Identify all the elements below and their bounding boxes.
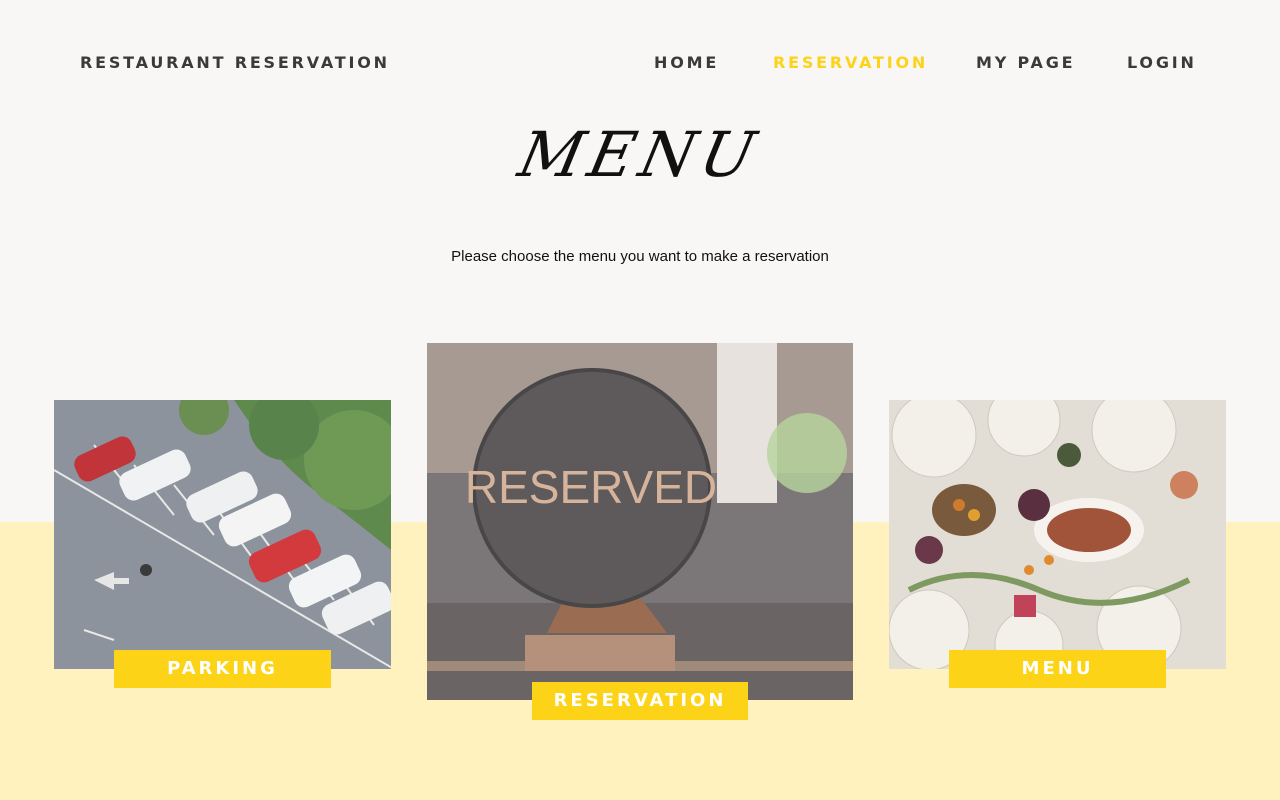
reservation-label[interactable]: RESERVATION: [532, 682, 748, 720]
reserved-sign-photo: RESERVED: [427, 343, 853, 700]
dinner-table-photo: [889, 400, 1226, 669]
reservation-card[interactable]: RESERVED RESERVATION: [427, 343, 853, 720]
parking-card[interactable]: PARKING: [54, 400, 391, 688]
menu-card[interactable]: MENU: [889, 400, 1226, 688]
parking-lot-photo: [54, 400, 391, 669]
nav-login[interactable]: LOGIN: [1127, 53, 1197, 72]
brand-logo[interactable]: RESTAURANT RESERVATION: [80, 53, 390, 72]
menu-label[interactable]: MENU: [949, 650, 1166, 688]
nav-reservation[interactable]: RESERVATION: [773, 53, 928, 72]
nav-my-page[interactable]: MY PAGE: [976, 53, 1075, 72]
parking-label[interactable]: PARKING: [114, 650, 331, 688]
page-title: MENU: [512, 118, 768, 191]
nav-home[interactable]: HOME: [654, 53, 719, 72]
page-subtitle: Please choose the menu you want to make …: [451, 248, 829, 265]
reserved-sign-text: RESERVED: [465, 461, 717, 513]
